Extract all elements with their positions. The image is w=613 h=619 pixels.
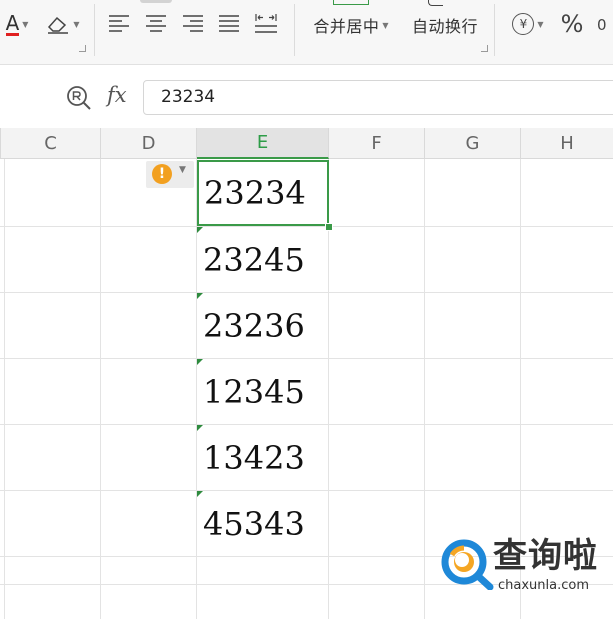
column-header-d[interactable]: D xyxy=(101,128,197,159)
chevron-down-icon[interactable]: ▼ xyxy=(73,20,79,29)
error-check-button[interactable]: ! ▼ xyxy=(146,161,194,188)
percent-format-button[interactable]: % xyxy=(556,8,588,40)
magnifier-logo-icon xyxy=(441,539,494,590)
gridline xyxy=(100,159,101,619)
column-header-f[interactable]: F xyxy=(329,128,425,159)
wrap-text-button[interactable]: 自动换行 xyxy=(404,10,486,40)
justify-button[interactable] xyxy=(216,8,242,38)
decimal-icon: 0 xyxy=(597,16,607,34)
align-center-icon xyxy=(146,15,166,32)
distributed-align-icon xyxy=(255,14,277,33)
wrap-text-label: 自动换行 xyxy=(411,17,478,36)
font-color-button[interactable]: A ▼ xyxy=(0,8,34,40)
divider xyxy=(294,4,295,56)
fill-handle[interactable] xyxy=(325,223,333,231)
zoom-lookup-icon[interactable] xyxy=(66,85,92,111)
percent-icon: % xyxy=(560,10,584,38)
watermark-url: chaxunla.com xyxy=(498,578,589,593)
cell-e[interactable]: 23236 xyxy=(197,293,329,359)
clear-format-button[interactable]: ▼ xyxy=(42,8,84,40)
align-right-button[interactable] xyxy=(180,8,206,38)
column-header-g[interactable]: G xyxy=(425,128,521,159)
partial-button-edge xyxy=(140,0,172,3)
cell-e[interactable]: 23245 xyxy=(197,227,329,293)
merge-icon-edge xyxy=(333,0,369,5)
number-as-text-indicator xyxy=(197,227,203,233)
distribute-button[interactable] xyxy=(252,8,280,38)
align-center-button[interactable] xyxy=(143,8,169,38)
function-icon[interactable]: fx xyxy=(107,83,127,107)
number-as-text-indicator xyxy=(197,425,203,431)
currency-icon: ¥ xyxy=(512,13,535,35)
divider xyxy=(94,4,95,56)
ribbon-toolbar: A ▼ ▼ 合并居中 ▼ 自动换行 ¥ ▼ % 0 xyxy=(0,0,613,65)
column-header-c[interactable]: C xyxy=(0,128,101,159)
gridline xyxy=(4,159,5,619)
gridline xyxy=(424,159,425,619)
font-color-icon: A xyxy=(5,10,20,36)
formula-bar: fx 23234 xyxy=(0,65,613,127)
chevron-down-icon[interactable]: ▼ xyxy=(179,165,186,175)
warning-icon: ! xyxy=(152,164,172,184)
group-dialog-launcher[interactable] xyxy=(481,45,488,52)
align-left-button[interactable] xyxy=(106,8,132,38)
number-as-text-indicator xyxy=(197,293,203,299)
column-header-h[interactable]: H xyxy=(521,128,613,159)
number-as-text-indicator xyxy=(197,491,203,497)
watermark: 查询啦 chaxunla.com xyxy=(440,536,610,596)
column-header-e[interactable]: E xyxy=(197,128,329,159)
currency-format-button[interactable]: ¥ ▼ xyxy=(506,9,550,39)
formula-input[interactable]: 23234 xyxy=(143,80,613,115)
chevron-down-icon[interactable]: ▼ xyxy=(22,20,28,29)
merge-center-label: 合并居中 xyxy=(313,17,380,36)
watermark-title: 查询啦 xyxy=(493,536,598,576)
divider xyxy=(494,4,495,56)
number-as-text-indicator xyxy=(197,359,203,365)
align-right-icon xyxy=(183,15,203,32)
cell-e-selected[interactable]: 23234 xyxy=(197,160,329,226)
number-format-button-partial[interactable]: 0 xyxy=(597,10,613,40)
cell-e[interactable]: 45343 xyxy=(197,491,329,557)
cell-e[interactable]: 12345 xyxy=(197,359,329,425)
cell-e[interactable]: 13423 xyxy=(197,425,329,491)
group-dialog-launcher[interactable] xyxy=(79,45,86,52)
align-left-icon xyxy=(109,15,129,32)
chevron-down-icon[interactable]: ▼ xyxy=(537,20,543,29)
merge-center-button[interactable]: 合并居中 ▼ xyxy=(305,10,397,40)
justify-icon xyxy=(219,15,239,32)
chevron-down-icon[interactable]: ▼ xyxy=(382,21,388,30)
eraser-icon xyxy=(48,16,69,34)
wrap-icon-edge xyxy=(428,0,443,6)
